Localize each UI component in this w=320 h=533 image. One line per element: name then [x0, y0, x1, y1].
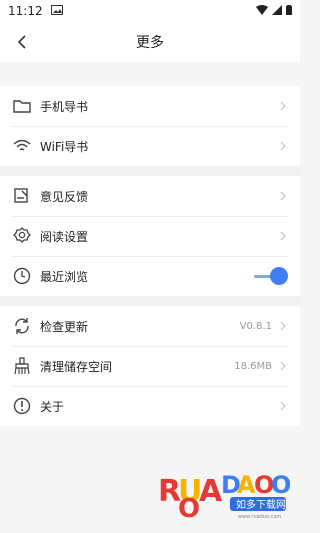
menu-label: 意见反馈: [40, 189, 89, 204]
wifi-icon: [12, 136, 32, 156]
feedback-icon: [12, 186, 32, 206]
chevron-right-icon: [278, 401, 288, 411]
menu-item-feedback[interactable]: 意见反馈: [0, 176, 300, 216]
menu-item-reading-settings[interactable]: 阅读设置: [0, 216, 300, 256]
group-transfer: 手机导书 WiFi导书: [0, 86, 300, 166]
watermark-logo: R U A D A O O O 如多下载网 www.ruaduo.com: [158, 463, 291, 524]
cache-size-value: 18.6MB: [234, 360, 272, 372]
svg-text:O: O: [178, 494, 200, 519]
group-app: 检查更新 V0.8.1 清理储存空间 18.6MB 关于: [0, 306, 300, 426]
menu-item-phone-import[interactable]: 手机导书: [0, 86, 300, 126]
back-button[interactable]: [12, 32, 32, 52]
status-time: 11:12: [8, 4, 43, 18]
gear-icon: [12, 226, 32, 246]
chevron-right-icon: [278, 101, 288, 111]
menu-item-clear-storage[interactable]: 清理储存空间 18.6MB: [0, 346, 300, 386]
chevron-right-icon: [278, 231, 288, 241]
menu-item-check-update[interactable]: 检查更新 V0.8.1: [0, 306, 300, 346]
section-divider: [0, 166, 300, 176]
menu-item-wifi-import[interactable]: WiFi导书: [0, 126, 300, 166]
signal-icon: [272, 4, 282, 18]
svg-text:A: A: [199, 474, 223, 509]
page-title: 更多: [136, 35, 164, 51]
group-settings: 意见反馈 阅读设置 最近浏览: [0, 176, 300, 296]
menu-item-recent-browse: 最近浏览: [0, 256, 300, 296]
menu-label: 关于: [40, 399, 65, 414]
clock-icon: [12, 266, 32, 286]
svg-text:如多下载网: 如多下载网: [236, 498, 286, 511]
folder-icon: [12, 96, 32, 116]
section-divider: [0, 296, 300, 306]
menu-label: 手机导书: [40, 99, 89, 114]
chevron-right-icon: [278, 191, 288, 201]
menu-label: WiFi导书: [40, 139, 89, 154]
version-value: V0.8.1: [239, 320, 272, 332]
broom-icon: [12, 356, 32, 376]
chevron-right-icon: [278, 361, 288, 371]
menu-item-about[interactable]: 关于: [0, 386, 300, 426]
header: 更多: [0, 22, 300, 62]
svg-text:www.ruaduo.com: www.ruaduo.com: [238, 514, 281, 519]
svg-text:O: O: [271, 471, 290, 499]
menu-label: 最近浏览: [40, 269, 89, 284]
image-notification-icon: [50, 4, 63, 18]
battery-icon: [286, 4, 292, 18]
menu-label: 清理储存空间: [40, 359, 113, 374]
menu-label: 检查更新: [40, 319, 89, 334]
chevron-right-icon: [278, 141, 288, 151]
chevron-right-icon: [278, 321, 288, 331]
chevron-left-icon: [17, 35, 26, 49]
status-bar: 11:12: [0, 0, 300, 22]
refresh-icon: [12, 316, 32, 336]
menu-label: 阅读设置: [40, 229, 89, 244]
wifi-icon: [256, 4, 268, 18]
info-exclamation-icon: [12, 396, 32, 416]
recent-browse-toggle[interactable]: [254, 267, 288, 285]
